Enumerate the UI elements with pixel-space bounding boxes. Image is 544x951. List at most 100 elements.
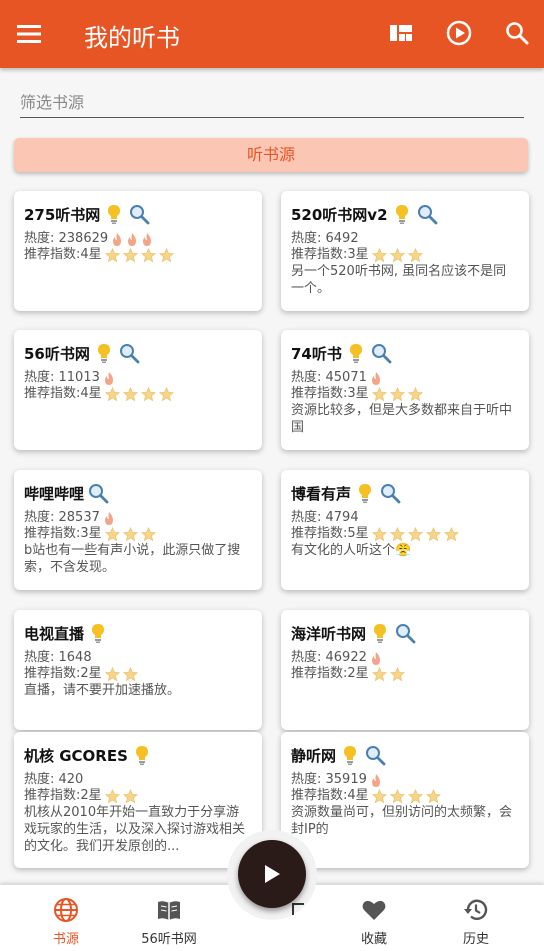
heat-text: 热度: 35919 [291, 772, 367, 787]
star-icon [425, 788, 441, 803]
source-name: 博看有声 [291, 484, 352, 503]
star-icon [371, 666, 387, 681]
source-card[interactable]: 机核 GCORES 热度: 420 推荐指数:2星 机核从2010年开始一直致力于分享… [14, 732, 262, 868]
source-name: 哔哩哔哩 [24, 484, 85, 503]
flame-icon [143, 232, 152, 246]
star-icon [140, 526, 156, 541]
nav-label: 收藏 [360, 932, 387, 947]
rating-line: 推荐指数:2星 [24, 666, 252, 682]
lightbulb-icon[interactable] [369, 622, 391, 644]
book-icon [158, 901, 180, 920]
card-header: 74听书 [291, 342, 519, 364]
play-circle-icon[interactable] [444, 18, 474, 48]
star-icon [407, 247, 423, 262]
globe-icon [54, 898, 78, 922]
star-icon [122, 666, 138, 681]
lightbulb-icon[interactable] [87, 622, 109, 644]
filter-input[interactable] [20, 88, 524, 116]
flame-icon [371, 773, 380, 787]
rating-text: 推荐指数:2星 [24, 666, 102, 681]
source-card[interactable]: 74听书 热度: 45071 推荐指数:3星 资源比较多，但是大多数都来自于听中国 [281, 330, 529, 450]
star-icon [389, 788, 405, 803]
rating-line: 推荐指数:2星 [24, 788, 252, 804]
source-card[interactable]: 海洋听书网热度: 46922 推荐指数:2星 [281, 610, 529, 730]
source-card[interactable]: 56听书网 热度: 11013 推荐指数:4星 [14, 330, 262, 450]
lightbulb-icon[interactable] [345, 342, 367, 364]
source-card[interactable]: 哔哩哔哩 热度: 28537 推荐指数:3星 b站也有一些有声小说，此源只做了搜索，不… [14, 470, 262, 590]
magnifier-icon[interactable] [379, 482, 401, 504]
nav-item-sources[interactable]: 书源 [26, 885, 106, 951]
star-icon [158, 247, 174, 262]
star-icon [407, 386, 423, 401]
magnifier-icon[interactable] [370, 342, 392, 364]
star-icon [122, 386, 138, 401]
audio-source-section-button[interactable]: 听书源 [14, 138, 528, 172]
heat-text: 热度: 45071 [291, 370, 367, 385]
heat-line: 热度: 1648 [24, 650, 252, 666]
heat-text: 热度: 4794 [291, 510, 359, 525]
source-name: 520听书网v2 [291, 205, 388, 224]
lightbulb-icon[interactable] [131, 744, 153, 766]
page-title: 我的听书 [84, 24, 180, 52]
star-icon [104, 526, 120, 541]
source-description: 有文化的人听这个😤 [291, 543, 412, 558]
menu-icon[interactable] [14, 20, 44, 48]
star-icon [371, 526, 387, 541]
rating-line: 推荐指数:4星 [24, 386, 252, 402]
card-header: 哔哩哔哩 [24, 482, 252, 504]
lightbulb-icon[interactable] [339, 744, 361, 766]
source-name: 电视直播 [24, 624, 85, 643]
nav-item-favorites[interactable]: 收藏 [334, 885, 414, 951]
lightbulb-icon[interactable] [93, 342, 115, 364]
filter-field [20, 88, 524, 118]
corner-mark [292, 903, 304, 915]
play-button[interactable] [238, 840, 306, 908]
rating-line: 推荐指数:5星 [291, 526, 519, 542]
rating-line: 推荐指数:4星 [291, 788, 519, 804]
source-card[interactable]: 520听书网v2 热度: 6492 推荐指数:3星 另一个520听书网, 虽同名应该不… [281, 191, 529, 311]
lightbulb-icon[interactable] [103, 203, 125, 225]
rating-text: 推荐指数:3星 [291, 247, 369, 262]
source-card[interactable]: 电视直播热度: 1648 推荐指数:2星直播，请不要开加速播放。 [14, 610, 262, 730]
star-icon [407, 526, 423, 541]
heat-line: 热度: 35919 [291, 772, 519, 788]
rating-text: 推荐指数:4星 [24, 247, 102, 262]
star-icon [389, 247, 405, 262]
star-icon [407, 788, 423, 803]
lightbulb-icon[interactable] [391, 203, 413, 225]
flame-icon [371, 371, 380, 385]
star-icon [122, 247, 138, 262]
rating-line: 推荐指数:3星 [24, 526, 252, 542]
nav-item-history[interactable]: 历史 [436, 885, 516, 951]
rating-line: 推荐指数:2星 [291, 666, 519, 682]
source-name: 静听网 [291, 746, 337, 765]
star-icon [122, 788, 138, 803]
star-icon [371, 247, 387, 262]
source-description: 直播，请不要开加速播放。 [24, 683, 181, 698]
heart-icon [362, 900, 386, 920]
rating-text: 推荐指数:4星 [24, 386, 102, 401]
source-description: b站也有一些有声小说，此源只做了搜索，不含发现。 [24, 543, 241, 575]
source-description: 机核从2010年开始一直致力于分享游戏玩家的生活，以及深入探讨游戏相关的文化。我… [24, 805, 246, 854]
nav-label: 书源 [52, 932, 79, 947]
rating-line: 推荐指数:4星 [24, 247, 252, 263]
star-icon [371, 386, 387, 401]
magnifier-icon[interactable] [128, 203, 150, 225]
magnifier-icon[interactable] [394, 622, 416, 644]
rating-text: 推荐指数:2星 [24, 788, 102, 803]
heat-text: 热度: 46922 [291, 650, 367, 665]
source-card[interactable]: 博看有声热度: 4794 推荐指数:5星 有文化的人听这个😤 [281, 470, 529, 590]
magnifier-icon[interactable] [364, 744, 386, 766]
magnifier-icon[interactable] [87, 482, 109, 504]
source-card[interactable]: 275听书网 热度: 238629 推荐指数:4星 [14, 191, 262, 311]
lightbulb-icon[interactable] [354, 482, 376, 504]
rating-line: 推荐指数:3星 [291, 247, 519, 263]
source-card[interactable]: 静听网 热度: 35919 推荐指数:4星 资源数量尚可，但别访问的太频繁，会封IP的 [281, 732, 529, 868]
search-icon[interactable] [502, 18, 532, 48]
grid-view-icon[interactable] [386, 18, 416, 48]
magnifier-icon[interactable] [416, 203, 438, 225]
rating-text: 推荐指数:3星 [291, 386, 369, 401]
magnifier-icon[interactable] [118, 342, 140, 364]
nav-item-current-source[interactable]: 56听书网 [129, 885, 209, 951]
card-header: 海洋听书网 [291, 622, 519, 644]
